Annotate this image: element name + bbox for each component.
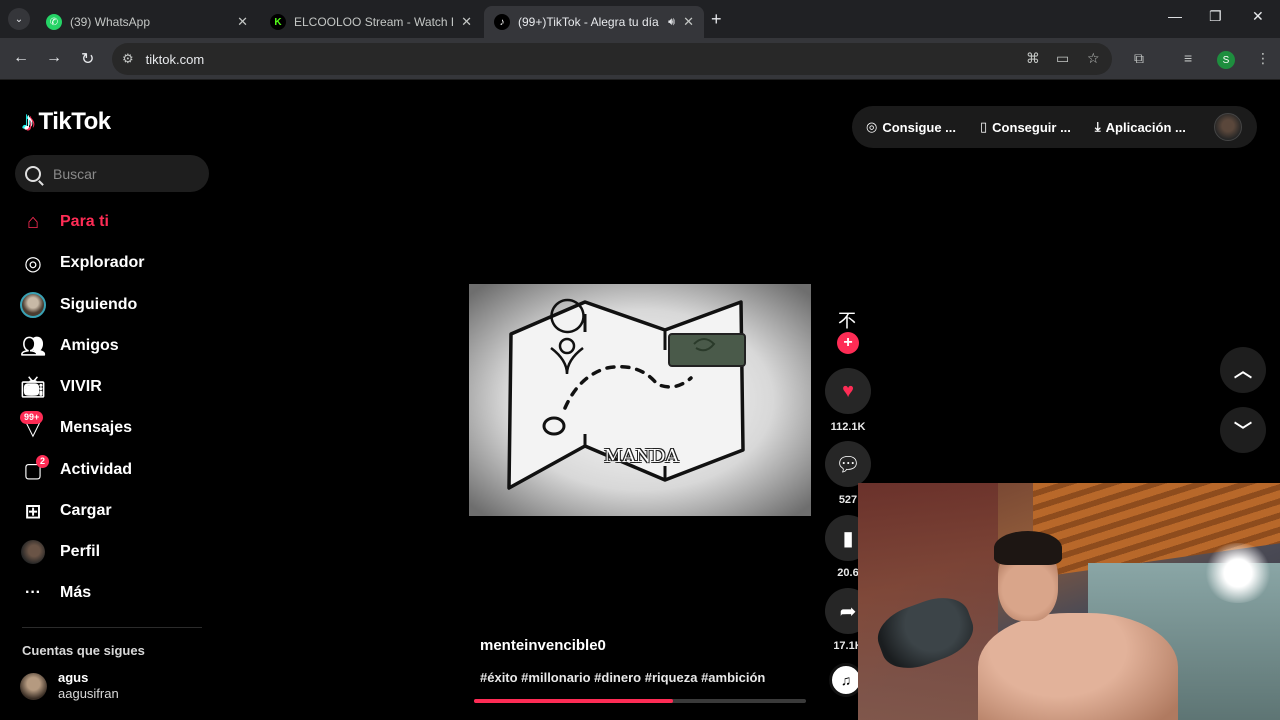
tab-title: (99+)TikTok - Alegra tu día bbox=[518, 15, 659, 29]
messages-badge: 99+ bbox=[20, 411, 44, 424]
browser-menu-icon[interactable]: ⋮ bbox=[1256, 50, 1270, 67]
profile-avatar-icon bbox=[20, 539, 46, 565]
creator-avatar-icon[interactable]: 不 bbox=[838, 307, 856, 333]
whatsapp-icon: ✆ bbox=[46, 14, 62, 30]
compass-icon: ◎ bbox=[24, 252, 42, 275]
upload-icon: ⊞ bbox=[24, 500, 42, 523]
new-tab-icon[interactable]: + bbox=[711, 9, 722, 30]
like-button[interactable]: ♥ bbox=[825, 368, 871, 414]
minimize-icon[interactable]: — bbox=[1168, 8, 1182, 24]
search-icon bbox=[25, 165, 41, 182]
home-icon: ⌂ bbox=[26, 210, 40, 233]
video-hashtags[interactable]: #éxito #millonario #dinero #riqueza #amb… bbox=[480, 670, 765, 685]
follow-plus-button[interactable]: + bbox=[837, 332, 859, 354]
browser-profile-avatar[interactable]: S bbox=[1217, 51, 1235, 69]
translate-icon[interactable]: ⌘ bbox=[1026, 50, 1040, 67]
video-player[interactable]: MANDA bbox=[469, 284, 811, 516]
url-text: tiktok.com bbox=[145, 51, 205, 67]
friends-icon: 👥︎ bbox=[20, 335, 46, 358]
video-overlay-text: MANDA bbox=[604, 446, 679, 467]
treasure-map-illustration bbox=[507, 298, 746, 490]
tiktok-logo[interactable]: ♪ TikTok bbox=[22, 106, 111, 137]
media-control-icon[interactable]: ≡ bbox=[1184, 50, 1192, 66]
heart-icon: ♥ bbox=[842, 379, 854, 402]
tab-search-chevron-icon[interactable]: ⌄ bbox=[8, 8, 30, 30]
tab-tiktok[interactable]: ♪ (99+)TikTok - Alegra tu día 🔊︎ ✕ bbox=[484, 6, 704, 38]
phone-icon: ▯ bbox=[980, 119, 988, 134]
previous-video-button[interactable]: ︿ bbox=[1220, 347, 1266, 393]
top-actions-bar: ◎ Consigue ... ▯ Conseguir ... ⤓ Aplicac… bbox=[852, 106, 1257, 148]
sidebar-item-cargar[interactable]: ⊞ Cargar bbox=[20, 496, 112, 526]
activity-icon: ▢ 2 bbox=[20, 455, 50, 483]
search-input[interactable]: Buscar bbox=[15, 155, 209, 192]
close-icon[interactable]: ✕ bbox=[461, 14, 472, 30]
tab-title: (39) WhatsApp bbox=[70, 15, 151, 29]
creator-username[interactable]: menteinvencible0 bbox=[480, 637, 606, 654]
more-icon: ··· bbox=[25, 584, 41, 601]
get-coins-button[interactable]: ◎ Consigue ... bbox=[866, 119, 956, 135]
next-video-button[interactable]: ﹀ bbox=[1220, 407, 1266, 453]
chevron-down-icon: ﹀ bbox=[1234, 421, 1252, 441]
forward-icon[interactable]: → bbox=[46, 49, 62, 67]
site-info-icon[interactable]: ⚙︎ bbox=[122, 51, 134, 67]
search-placeholder: Buscar bbox=[53, 165, 97, 182]
webcam-overlay bbox=[858, 483, 1280, 720]
browser-tab-strip: ⌄ ✆ (39) WhatsApp ✕ K ELCOOLOO Stream - … bbox=[0, 0, 1280, 38]
sidebar-divider bbox=[22, 627, 202, 628]
tab-title: ELCOOLOO Stream - Watch Liv bbox=[294, 15, 454, 29]
address-bar[interactable]: ⚙︎ tiktok.com bbox=[112, 43, 1112, 75]
restore-icon[interactable]: ❐ bbox=[1209, 8, 1222, 25]
close-icon[interactable]: ✕ bbox=[683, 14, 694, 30]
close-icon[interactable]: ✕ bbox=[237, 14, 248, 30]
activity-badge: 2 bbox=[36, 455, 50, 468]
avatar bbox=[20, 672, 47, 700]
comment-icon: 💬︎ bbox=[835, 453, 861, 476]
following-avatar-icon bbox=[20, 292, 46, 318]
speaker-icon[interactable]: 🔊︎ bbox=[668, 16, 675, 29]
like-count: 112.1K bbox=[830, 421, 866, 433]
back-icon[interactable]: ← bbox=[13, 49, 29, 67]
account-name: agus bbox=[58, 670, 89, 685]
share-icon: ➦ bbox=[839, 600, 857, 623]
sidebar-item-explorador[interactable]: ◎ Explorador bbox=[20, 248, 144, 278]
coin-icon: ◎ bbox=[866, 119, 878, 134]
download-icon: ⤓ bbox=[1094, 119, 1101, 134]
tiktok-sidebar: ♪ TikTok Buscar ⌂ Para ti ◎ Explorador S… bbox=[0, 82, 230, 720]
sidebar-item-actividad[interactable]: ▢ 2 Actividad bbox=[20, 455, 132, 485]
following-account[interactable]: agus aagusifran bbox=[20, 670, 119, 702]
sidebar-item-perfil[interactable]: Perfil bbox=[20, 537, 100, 567]
get-app-button[interactable]: ▯ Conseguir ... bbox=[980, 119, 1071, 135]
kick-icon: K bbox=[270, 14, 286, 30]
messages-icon: ▽ 99+ bbox=[20, 411, 46, 441]
bookmark-icon: ▮ bbox=[842, 527, 854, 550]
account-handle: aagusifran bbox=[58, 686, 119, 701]
following-section-title: Cuentas que sigues bbox=[22, 643, 145, 658]
download-app-button[interactable]: ⤓ Aplicación ... bbox=[1095, 119, 1186, 135]
cast-icon[interactable]: ▭ bbox=[1056, 50, 1069, 67]
sidebar-item-siguiendo[interactable]: Siguiendo bbox=[20, 290, 137, 320]
sidebar-item-mas[interactable]: ··· Más bbox=[20, 578, 91, 608]
user-avatar[interactable] bbox=[1214, 113, 1242, 141]
tiktok-icon: ♪ bbox=[494, 14, 510, 30]
video-progress-bar[interactable] bbox=[474, 699, 806, 703]
tab-elcooloo[interactable]: K ELCOOLOO Stream - Watch Liv ✕ bbox=[260, 6, 482, 38]
comment-button[interactable]: 💬︎ bbox=[825, 441, 871, 487]
sidebar-item-amigos[interactable]: 👥︎ Amigos bbox=[20, 331, 118, 361]
tab-whatsapp[interactable]: ✆ (39) WhatsApp ✕ bbox=[36, 6, 258, 38]
sidebar-item-para-ti[interactable]: ⌂ Para ti bbox=[20, 207, 109, 237]
video-progress-fill bbox=[474, 699, 674, 703]
sidebar-item-mensajes[interactable]: ▽ 99+ Mensajes bbox=[20, 411, 132, 443]
close-window-icon[interactable]: ✕ bbox=[1252, 8, 1264, 25]
browser-toolbar: ← → ↻ ⚙︎ tiktok.com ⌘ ▭ ☆ ⧉ ≡ bbox=[0, 38, 1280, 80]
bookmark-star-icon[interactable]: ☆ bbox=[1087, 50, 1100, 67]
extensions-icon[interactable]: ⧉ bbox=[1134, 50, 1144, 67]
live-tv-icon: 📺︎ bbox=[20, 376, 46, 399]
tiktok-note-icon: ♪ bbox=[22, 106, 35, 136]
chevron-up-icon: ︿ bbox=[1234, 361, 1252, 381]
reload-icon[interactable]: ↻ bbox=[81, 49, 94, 69]
sidebar-item-vivir[interactable]: 📺︎ VIVIR bbox=[20, 372, 102, 402]
